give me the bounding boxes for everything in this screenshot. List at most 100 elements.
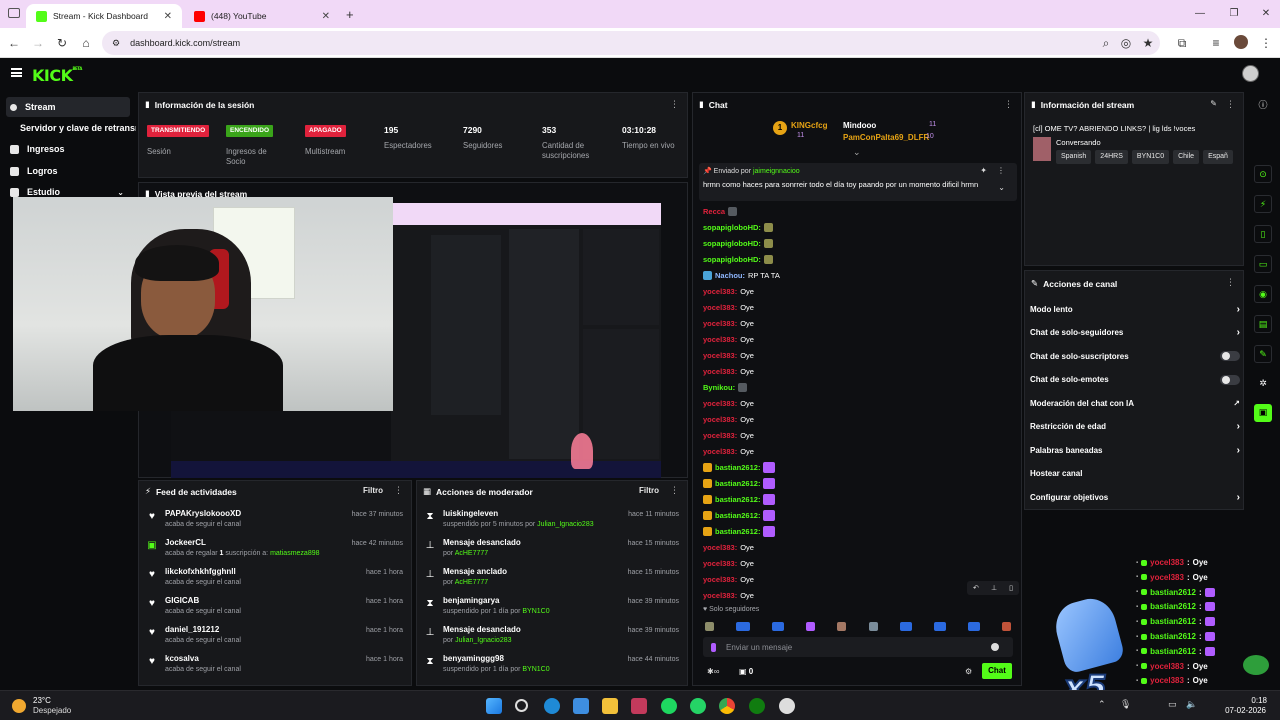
pinned-user[interactable]: jaimeignnacioo	[753, 168, 800, 175]
zoom-icon[interactable]: ⌕	[1098, 35, 1114, 51]
feed-user[interactable]: JockeerCL	[165, 537, 320, 549]
chat-username[interactable]: sopapigloboHD:	[703, 223, 761, 232]
app-settings-icon[interactable]	[779, 698, 795, 714]
chat-message[interactable]: yocel383: Oye	[703, 347, 754, 363]
top-chatter-name[interactable]: PamConPalta69_DLFR	[843, 133, 929, 142]
emote-icon[interactable]	[736, 621, 751, 631]
channel-action-row[interactable]: Chat de solo-emotes	[1030, 369, 1240, 391]
more-options-icon[interactable]: ⋮	[394, 485, 403, 496]
rail-studio-icon[interactable]: ▣	[1254, 404, 1272, 422]
kick-logo[interactable]: KICKBETA	[32, 66, 82, 85]
sidebar-item-logros[interactable]: Logros	[6, 161, 130, 181]
more-options-icon[interactable]: ⋮	[1226, 99, 1235, 110]
rail-target-icon[interactable]: ⊙	[1254, 165, 1272, 183]
eye-off-icon[interactable]: ◎	[1118, 35, 1134, 51]
close-tab-icon[interactable]: ✕	[164, 11, 172, 22]
new-tab-button[interactable]: +	[346, 7, 354, 22]
channel-action-row[interactable]: Hostear canal	[1030, 463, 1240, 485]
back-icon[interactable]: ←	[6, 35, 22, 51]
chat-message[interactable]: bastian2612:	[703, 491, 776, 507]
site-info-icon[interactable]: ⚙	[112, 38, 120, 49]
emote-icon[interactable]	[868, 621, 878, 631]
feed-row[interactable]: ♥ PAPAKryslokoooXD acaba de seguir el cana…	[139, 508, 411, 537]
tab-kick-dashboard[interactable]: Stream - Kick Dashboard ✕	[26, 4, 182, 28]
more-options-icon[interactable]: ⋮	[670, 485, 679, 496]
moderator-user[interactable]: AcHE7777	[455, 550, 488, 557]
chrome-icon[interactable]	[719, 698, 735, 714]
expand-top-icon[interactable]: ⌄	[853, 147, 861, 158]
chat-username[interactable]: Bynikou:	[703, 383, 735, 392]
overlay-refresh-icon[interactable]	[1243, 655, 1269, 675]
maximize-icon[interactable]: ❐	[1226, 6, 1242, 22]
feed-user[interactable]: daniel_191212	[165, 624, 241, 636]
emote-icon[interactable]	[899, 621, 912, 631]
unpin-icon[interactable]: ✦	[980, 166, 987, 175]
bookmark-star-icon[interactable]: ★	[1140, 35, 1156, 51]
profile-avatar[interactable]	[1234, 35, 1248, 49]
explorer-icon[interactable]	[602, 698, 618, 714]
rail-broadcast-icon[interactable]: ◉	[1254, 285, 1272, 303]
clock-date[interactable]: 07-02-2026	[1224, 706, 1266, 715]
emote-icon[interactable]	[967, 621, 980, 631]
chat-message[interactable]: Recca	[703, 203, 738, 219]
chat-message[interactable]: bastian2612:	[703, 507, 776, 523]
app-icon[interactable]	[631, 698, 647, 714]
extensions-icon[interactable]: ⧉	[1174, 35, 1190, 51]
chat-message[interactable]: bastian2612:	[703, 523, 776, 539]
feed-row[interactable]: ♥ likckofxhkhfgghnll acaba de seguir el ca…	[139, 566, 411, 595]
network-icon[interactable]: ▭	[1168, 699, 1177, 710]
send-chat-button[interactable]: Chat	[982, 663, 1012, 679]
gift-count[interactable]: ▣ 0	[739, 667, 753, 676]
chat-message[interactable]: yocel383: Oye	[703, 571, 754, 587]
edge-icon[interactable]	[544, 698, 560, 714]
chat-username[interactable]: yocel383:	[703, 287, 737, 296]
info-rail-icon[interactable]: ⓘ	[1254, 97, 1272, 115]
media-icon[interactable]: ≡	[1208, 35, 1224, 51]
feed-row[interactable]: ♥ GIGICAB acaba de seguir el canal hace 1 h…	[139, 595, 411, 624]
chat-message[interactable]: yocel383: Oye	[703, 331, 754, 347]
xbox-icon[interactable]	[749, 698, 765, 714]
chat-message[interactable]: Nachou: RP TA TA	[703, 267, 780, 283]
chat-settings-icon[interactable]: ⚙	[965, 667, 972, 676]
emote-icon[interactable]	[772, 621, 785, 631]
channel-action-row[interactable]: Chat de solo-suscriptores	[1030, 345, 1240, 367]
rail-chat-icon[interactable]: ▯	[1254, 225, 1272, 243]
chat-message[interactable]: Bynikou:	[703, 379, 748, 395]
chat-username[interactable]: bastian2612:	[715, 479, 760, 488]
channel-action-row[interactable]: Palabras baneadas ›	[1030, 439, 1240, 461]
chat-message[interactable]: sopapigloboHD:	[703, 251, 773, 267]
spotify-icon[interactable]	[661, 698, 677, 714]
channel-action-row[interactable]: Chat de solo-seguidores ›	[1030, 322, 1240, 344]
pinned-more-icon[interactable]: ⋮	[997, 166, 1005, 175]
chat-message[interactable]: sopapigloboHD:	[703, 235, 773, 251]
hamburger-menu-icon[interactable]	[11, 68, 22, 77]
chat-message[interactable]: yocel383: Oye	[703, 299, 754, 315]
chat-message[interactable]: yocel383: Oye	[703, 315, 754, 331]
feed-user[interactable]: GIGICAB	[165, 595, 241, 607]
chat-message[interactable]: yocel383: Oye	[703, 363, 754, 379]
close-tab-icon[interactable]: ✕	[322, 11, 330, 22]
chat-message[interactable]: bastian2612:	[703, 475, 776, 491]
reply-icon[interactable]: ↶	[973, 584, 979, 592]
tab-search-icon[interactable]	[8, 8, 20, 18]
clock-time[interactable]: 0:18	[1225, 696, 1267, 705]
chat-username[interactable]: yocel383:	[703, 543, 737, 552]
chat-username[interactable]: sopapigloboHD:	[703, 239, 761, 248]
chat-message-input[interactable]: Enviar un mensaje	[703, 637, 1013, 657]
feed-user[interactable]: PAPAKryslokoooXD	[165, 508, 241, 520]
moderator-user[interactable]: BYN1C0	[522, 666, 549, 673]
chat-message[interactable]: yocel383: Oye	[703, 587, 754, 601]
mod-action-row[interactable]: ⊥ Mensaje desanclado por AcHE7777 hace 15 m…	[417, 537, 687, 566]
chat-message[interactable]: bastian2612:	[703, 459, 776, 475]
edit-icon[interactable]: ✎	[1210, 99, 1217, 108]
channel-action-row[interactable]: Moderación del chat con IA ↗	[1030, 392, 1240, 414]
rail-message-icon[interactable]: ▭	[1254, 255, 1272, 273]
channel-action-row[interactable]: Configurar objetivos ›	[1030, 486, 1240, 508]
delete-icon[interactable]: ▯	[1009, 584, 1013, 592]
feed-filter-button[interactable]: Filtro	[363, 486, 383, 495]
mod-action-row[interactable]: ⧗ luiskingeleven suspendido por 5 minutos …	[417, 508, 687, 537]
chat-message[interactable]: yocel383: Oye	[703, 539, 754, 555]
sidebar-item-ingresos[interactable]: Ingresos	[6, 139, 130, 159]
reload-icon[interactable]: ↻	[54, 35, 70, 51]
more-options-icon[interactable]: ⋮	[1226, 277, 1235, 288]
